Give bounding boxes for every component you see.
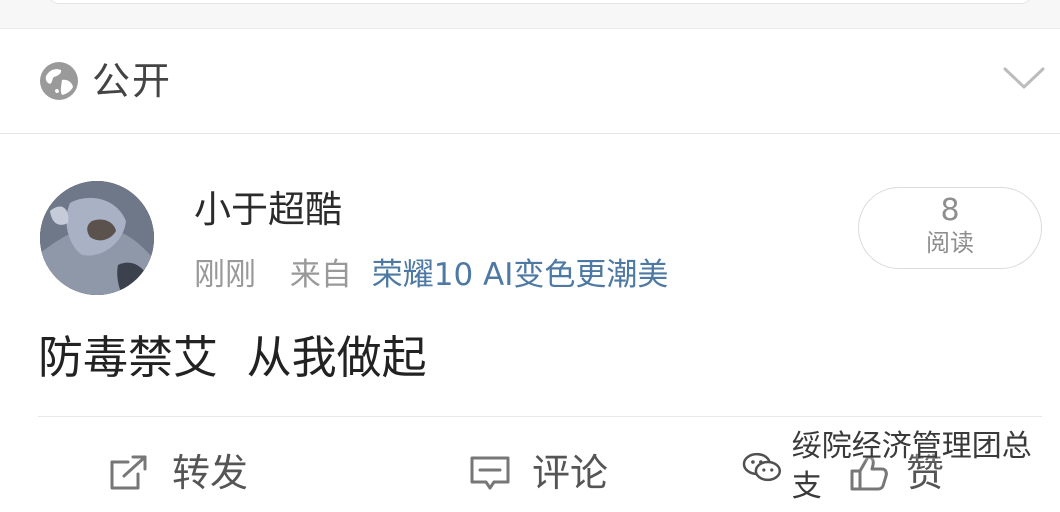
visibility-label: 公开 [92,59,173,103]
repost-button[interactable]: 转发 [106,438,248,508]
wechat-icon [742,452,781,482]
read-count: 8 [940,193,960,228]
chevron-down-icon[interactable] [1002,63,1046,93]
repost-label: 转发 [172,451,249,495]
source-prefix: 来自 [289,257,352,293]
comment-label: 评论 [532,451,609,495]
post-time: 刚刚 [194,257,256,293]
comment-icon [470,456,510,490]
comment-button[interactable]: 评论 [468,438,608,508]
divider [38,416,1042,417]
watermark-text: 绥院经济管理团总支 [791,429,1032,504]
globe-icon [40,62,78,100]
top-area [0,0,1060,28]
avatar[interactable] [40,181,154,295]
author-name[interactable]: 小于超酷 [194,184,342,236]
read-label: 阅读 [926,229,974,257]
visibility-selector[interactable]: 公开 [0,28,1060,134]
post-meta: 刚刚 来自 荣耀10 AI变色更潮美 [194,252,668,298]
repost-icon [110,455,147,490]
avatar-image [40,181,154,295]
wechat-watermark: 绥院经济管理团总支 [740,429,1060,504]
post-detail-screen: 公开 小于超酷 刚刚 来自 荣耀10 AI变色更潮美 8 阅读 防毒禁艾 从我做… [0,0,1060,512]
read-count-badge: 8 阅读 [858,187,1042,269]
source-device-link[interactable]: 荣耀10 AI变色更潮美 [372,257,669,293]
post-content: 防毒禁艾 从我做起 [38,331,427,384]
comment-input-field[interactable] [48,0,1032,4]
